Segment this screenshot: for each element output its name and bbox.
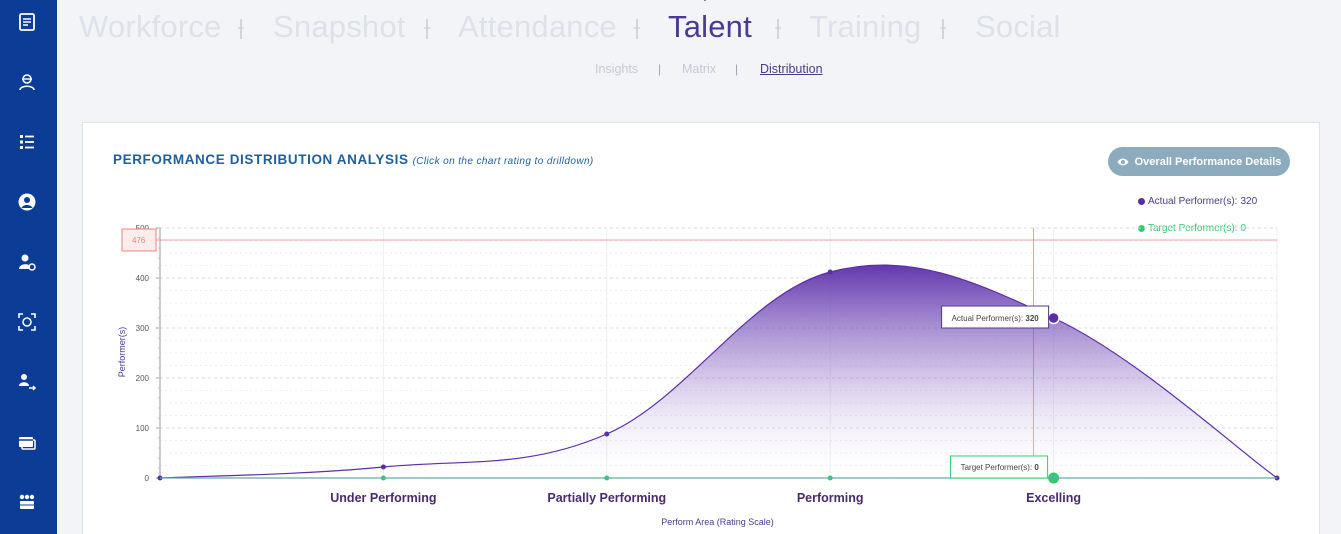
target-tooltip-text: Target Performer(s): 0 xyxy=(961,463,1040,472)
y-tick-label: 200 xyxy=(136,374,150,383)
actual-data-point xyxy=(380,464,386,470)
reference-line-label: 476 xyxy=(132,236,146,245)
x-category-label: Performing xyxy=(797,491,864,505)
performance-distribution-chart[interactable]: 0100200300400500476Under PerformingParti… xyxy=(0,0,1341,534)
actual-data-point xyxy=(604,431,610,437)
y-tick-label: 300 xyxy=(136,324,150,333)
y-tick-label: 0 xyxy=(145,474,150,483)
y-axis-title: Performer(s) xyxy=(117,327,127,378)
actual-tooltip-text: Actual Performer(s): 320 xyxy=(952,314,1040,323)
y-tick-label: 100 xyxy=(136,424,150,433)
x-category-label: Under Performing xyxy=(330,491,436,505)
actual-tooltip-value: 320 xyxy=(1025,314,1039,323)
x-category-label: Partially Performing xyxy=(547,491,666,505)
actual-data-point xyxy=(827,269,833,275)
x-category-label: Excelling xyxy=(1026,491,1081,505)
target-tooltip-value: 0 xyxy=(1034,463,1039,472)
x-axis-title: Perform Area (Rating Scale) xyxy=(661,517,774,527)
actual-performers-area xyxy=(160,265,1277,478)
y-tick-label: 400 xyxy=(136,274,150,283)
actual-data-point xyxy=(1047,311,1060,325)
